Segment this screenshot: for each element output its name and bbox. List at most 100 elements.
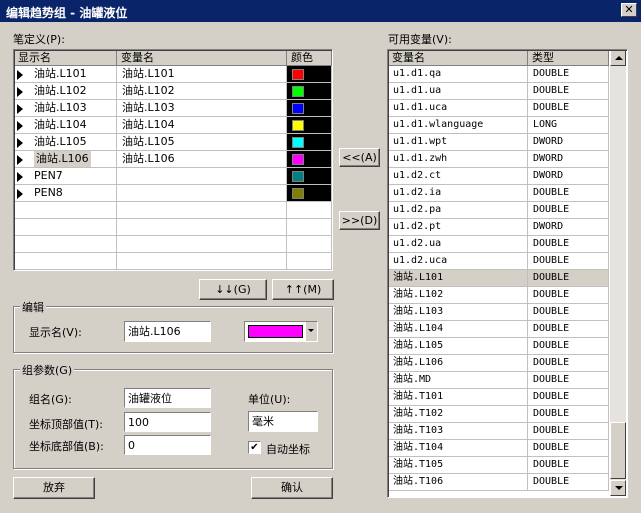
unit-field[interactable]: 毫米 <box>248 411 318 432</box>
pen-display-text: 油站.L102 <box>34 84 87 97</box>
variable-type-cell: DOUBLE <box>528 100 609 117</box>
add-variable-button[interactable]: <<(A) <box>339 148 380 167</box>
pen-row[interactable]: 油站.L101 油站.L101 <box>14 66 332 83</box>
pen-grid[interactable]: 显示名 变量名 颜色 油站.L101 油站.L101 油站.L102 油站.L102 油… <box>13 49 333 271</box>
group-name-field[interactable]: 油罐液位 <box>124 388 211 408</box>
variable-type-cell: DOUBLE <box>528 66 609 83</box>
pen-display-cell: 油站.L103 <box>14 100 117 117</box>
move-down-button[interactable]: ↓↓(G) <box>199 279 267 300</box>
pen-color-cell[interactable] <box>287 151 332 168</box>
pen-color-cell[interactable] <box>287 185 332 202</box>
remove-variable-button[interactable]: >>(D) <box>339 211 380 230</box>
variable-row[interactable]: u1.d1.uca DOUBLE <box>388 100 609 117</box>
variable-type-cell: DOUBLE <box>528 338 609 355</box>
variable-row[interactable]: 油站.T102 DOUBLE <box>388 406 609 423</box>
variable-name-cell: 油站.L104 <box>388 321 528 338</box>
variable-row[interactable]: u1.d2.pa DOUBLE <box>388 202 609 219</box>
variable-row[interactable]: 油站.T101 DOUBLE <box>388 389 609 406</box>
variable-row[interactable]: u1.d2.pt DWORD <box>388 219 609 236</box>
pen-row[interactable]: 油站.L104 油站.L104 <box>14 117 332 134</box>
row-pointer-icon <box>17 121 23 131</box>
pen-display-text: 油站.L103 <box>34 101 87 114</box>
axis-top-field[interactable]: 100 <box>124 412 211 432</box>
display-name-label: 显示名(V): <box>29 326 82 339</box>
variable-type-cell: DOUBLE <box>528 253 609 270</box>
variable-row[interactable]: 油站.T104 DOUBLE <box>388 440 609 457</box>
auto-axis-label: 自动坐标 <box>266 443 310 456</box>
pen-row[interactable]: PEN7 <box>14 168 332 185</box>
pen-col-color[interactable]: 颜色 <box>287 50 332 66</box>
pen-col-variable[interactable]: 变量名 <box>117 50 287 66</box>
pen-row[interactable]: PEN8 <box>14 185 332 202</box>
variable-row[interactable]: u1.d2.uca DOUBLE <box>388 253 609 270</box>
variable-row[interactable]: u1.d1.qa DOUBLE <box>388 66 609 83</box>
variable-type-cell: DOUBLE <box>528 457 609 474</box>
scroll-down-icon[interactable] <box>610 480 626 496</box>
cancel-button[interactable]: 放弃 <box>13 477 95 499</box>
row-pointer-icon <box>17 104 23 114</box>
pen-color-cell[interactable] <box>287 66 332 83</box>
variable-row[interactable]: u1.d2.ia DOUBLE <box>388 185 609 202</box>
display-name-field[interactable]: 油站.L106 <box>124 321 211 342</box>
pen-color-swatch <box>292 137 304 148</box>
variable-row[interactable]: 油站.L105 DOUBLE <box>388 338 609 355</box>
variable-row[interactable]: u1.d2.ct DWORD <box>388 168 609 185</box>
variable-row[interactable]: 油站.MD DOUBLE <box>388 372 609 389</box>
variable-type-cell: DWORD <box>528 168 609 185</box>
var-col-type[interactable]: 类型 <box>528 50 609 66</box>
ok-button[interactable]: 确认 <box>251 477 333 499</box>
variable-type-cell: DOUBLE <box>528 355 609 372</box>
variable-row[interactable]: 油站.T105 DOUBLE <box>388 457 609 474</box>
scroll-thumb[interactable] <box>610 422 626 479</box>
edit-group-title: 编辑 <box>20 299 46 315</box>
var-col-name[interactable]: 变量名 <box>388 50 528 66</box>
scroll-up-icon[interactable] <box>610 50 626 66</box>
variable-name-cell: u1.d2.ua <box>388 236 528 253</box>
variable-row[interactable]: 油站.T106 DOUBLE <box>388 474 609 491</box>
pen-color-cell[interactable] <box>287 100 332 117</box>
variable-type-cell: DOUBLE <box>528 236 609 253</box>
variable-row[interactable]: u1.d1.wpt DWORD <box>388 134 609 151</box>
auto-axis-checkbox[interactable]: ✔ <box>248 441 261 454</box>
variable-row[interactable]: 油站.L102 DOUBLE <box>388 287 609 304</box>
vertical-scrollbar[interactable] <box>610 50 626 496</box>
pen-row <box>14 219 332 236</box>
variable-row[interactable]: 油站.L101 DOUBLE <box>388 270 609 287</box>
pen-color-cell[interactable] <box>287 117 332 134</box>
pen-color-cell[interactable] <box>287 134 332 151</box>
variable-name-cell: u1.d1.qa <box>388 66 528 83</box>
variable-row[interactable]: 油站.L104 DOUBLE <box>388 321 609 338</box>
axis-bottom-field[interactable]: 0 <box>124 435 211 455</box>
variable-type-cell: DOUBLE <box>528 83 609 100</box>
pen-row[interactable]: 油站.L106 油站.L106 <box>14 151 332 168</box>
row-pointer-icon <box>17 155 23 165</box>
pen-variable-cell: 油站.L105 <box>117 134 287 151</box>
pen-color-cell[interactable] <box>287 168 332 185</box>
pen-list-label: 笔定义(P): <box>13 33 65 46</box>
variables-label: 可用变量(V): <box>388 33 452 46</box>
pen-color-cell <box>287 253 332 270</box>
variable-name-cell: 油站.T104 <box>388 440 528 457</box>
chevron-down-icon[interactable] <box>305 322 317 341</box>
close-icon[interactable]: ✕ <box>621 3 637 17</box>
pen-row <box>14 202 332 219</box>
move-up-button[interactable]: ↑↑(M) <box>272 279 334 300</box>
variable-row[interactable]: 油站.T103 DOUBLE <box>388 423 609 440</box>
variables-list[interactable]: 变量名 类型 u1.d1.qa DOUBLE u1.d1.ua DOUBLE u1.d1… <box>387 49 628 498</box>
pen-row[interactable]: 油站.L105 油站.L105 <box>14 134 332 151</box>
color-picker[interactable] <box>244 321 318 342</box>
pen-row[interactable]: 油站.L103 油站.L103 <box>14 100 332 117</box>
variable-row[interactable]: u1.d1.zwh DWORD <box>388 151 609 168</box>
variable-type-cell: DWORD <box>528 134 609 151</box>
variable-row[interactable]: u1.d1.wlanguage LONG <box>388 117 609 134</box>
variable-row[interactable]: 油站.L106 DOUBLE <box>388 355 609 372</box>
variable-type-cell: DOUBLE <box>528 372 609 389</box>
variable-row[interactable]: u1.d2.ua DOUBLE <box>388 236 609 253</box>
pen-row[interactable]: 油站.L102 油站.L102 <box>14 83 332 100</box>
pen-color-cell[interactable] <box>287 83 332 100</box>
variable-type-cell: DOUBLE <box>528 287 609 304</box>
variable-row[interactable]: 油站.L103 DOUBLE <box>388 304 609 321</box>
pen-col-display[interactable]: 显示名 <box>14 50 117 66</box>
pen-display-cell: 油站.L101 <box>14 66 117 83</box>
variable-row[interactable]: u1.d1.ua DOUBLE <box>388 83 609 100</box>
